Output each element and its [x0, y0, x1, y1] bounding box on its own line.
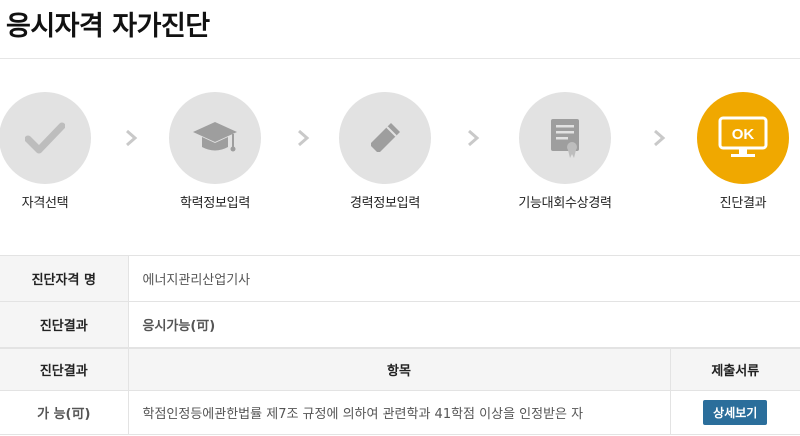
table-row: 진단자격 명 에너지관리산업기사 [0, 255, 800, 302]
step-result: OK 진단결과 [668, 92, 800, 211]
chevron-right-icon [298, 129, 310, 147]
table-row: 진단결과 응시가능(可) [0, 301, 800, 348]
step-label: 진단결과 [719, 196, 767, 211]
progress-steps: 자격선택 학력정보입력 경력정보입력 기능대회수상경력 OK 진단결과 [0, 92, 800, 222]
step-circle [519, 92, 611, 184]
cert-name-label: 진단자격 명 [0, 255, 129, 302]
chevron-right-icon [654, 129, 666, 147]
checkmark-icon [25, 122, 65, 154]
step-circle [339, 92, 431, 184]
page-title: 응시자격 자가진단 [6, 11, 210, 42]
step-label: 자격선택 [21, 196, 69, 211]
diagnosis-detail-table: 진단결과 항목 제출서류 가 능(可) 학점인정등에관한법률 제7조 규정에 의… [0, 348, 800, 435]
column-header-documents: 제출서류 [669, 348, 800, 391]
certificate-icon [551, 119, 579, 158]
step-circle [0, 92, 91, 184]
cert-name-value: 에너지관리산업기사 [128, 255, 800, 302]
ok-monitor-icon: OK [718, 116, 768, 157]
ok-badge-text: OK [732, 126, 755, 143]
column-header-result: 진단결과 [0, 348, 129, 391]
step-cert-select: 자격선택 [0, 92, 120, 211]
step-label: 경력정보입력 [350, 196, 420, 211]
result-label: 진단결과 [0, 301, 129, 348]
graduation-cap-icon [193, 122, 237, 152]
step-education: 학력정보입력 [140, 92, 290, 211]
step-circle [169, 92, 261, 184]
step-circle: OK [697, 92, 789, 184]
chevron-right-icon [468, 129, 480, 147]
diagnosis-info-table: 진단자격 명 에너지관리산업기사 진단결과 응시가능(可) [0, 255, 800, 348]
step-career: 경력정보입력 [310, 92, 460, 211]
step-competition: 기능대회수상경력 [490, 92, 640, 211]
step-label: 학력정보입력 [180, 196, 250, 211]
row-result: 가 능(可) [0, 390, 129, 435]
table-row: 가 능(可) 학점인정등에관한법률 제7조 규정에 의하여 관련학과 41학점 … [0, 390, 800, 435]
step-label: 기능대회수상경력 [518, 196, 612, 211]
row-documents: 상세보기 [669, 390, 800, 435]
column-header-item: 항목 [128, 348, 670, 391]
row-item: 학점인정등에관한법률 제7조 규정에 의하여 관련학과 41학점 이상을 인정받… [128, 390, 670, 435]
chevron-right-icon [126, 129, 138, 147]
view-details-button[interactable]: 상세보기 [703, 400, 768, 425]
title-divider [0, 58, 800, 59]
result-value: 응시가능(可) [128, 301, 800, 348]
pencil-icon [371, 123, 400, 152]
table-header-row: 진단결과 항목 제출서류 [0, 348, 800, 391]
